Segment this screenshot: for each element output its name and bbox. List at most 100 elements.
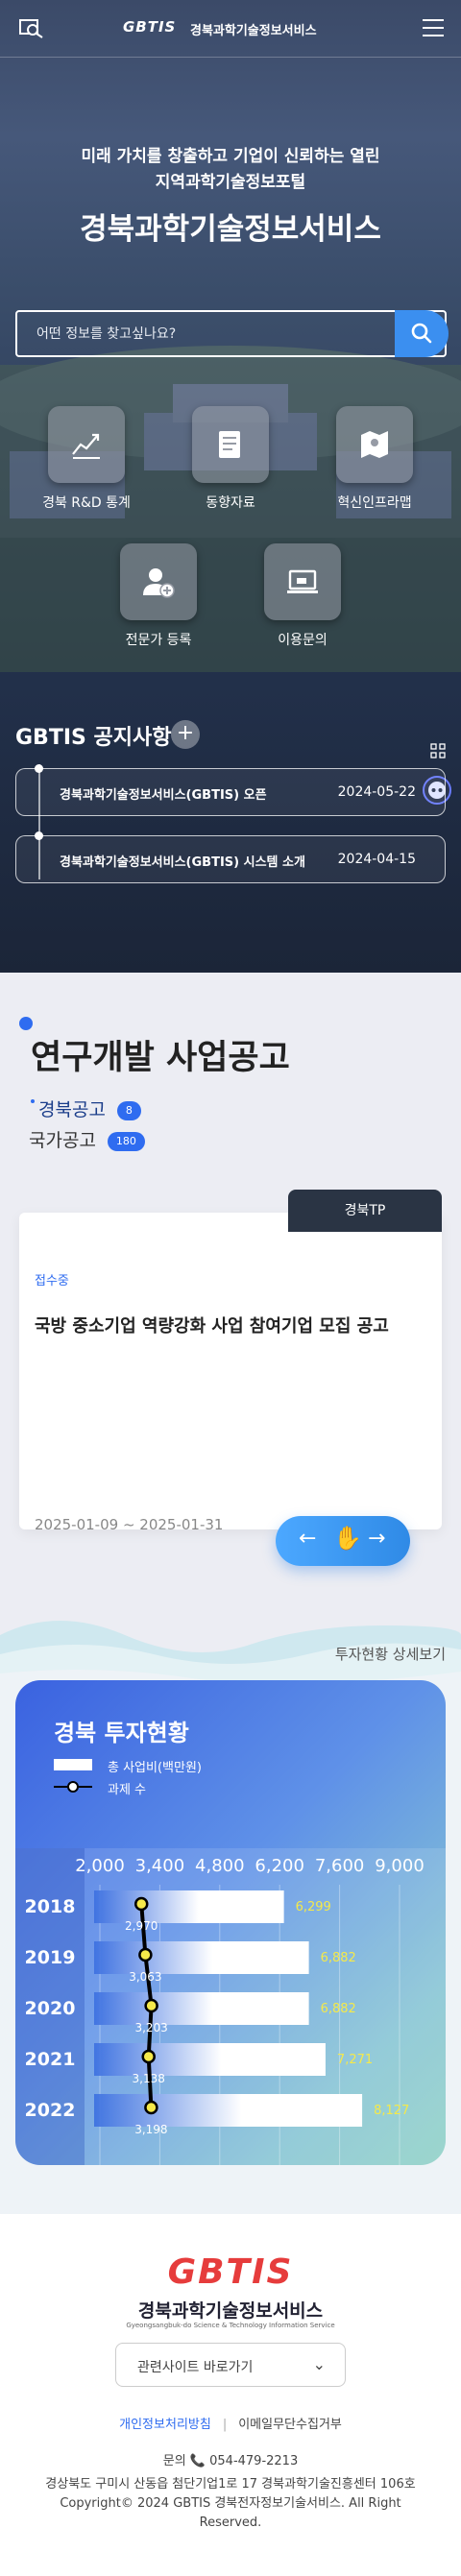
count-point	[144, 1998, 158, 2013]
investment-panel: 경북 투자현황 총 사업비(백만원) 과제 수 2,000 3,400 4,800 6…	[15, 1680, 446, 2165]
header-logo[interactable]: GBTIS	[123, 18, 176, 36]
notice-item-date: 2024-04-15	[337, 852, 416, 867]
year-label: 2019	[25, 1947, 76, 1968]
card-title: 국방 중소기업 역량강화 사업 참여기업 모집 공고	[35, 1316, 389, 1336]
search-icon[interactable]	[19, 19, 44, 38]
quick-link-label: 전문가 등록	[125, 633, 192, 648]
quick-link-label: 혁신인프라맵	[337, 495, 412, 511]
count-data-label: 2,970	[125, 1919, 158, 1933]
x-tick-label: 9,000	[375, 1856, 425, 1876]
next-arrow-icon[interactable]: →	[368, 1527, 385, 1551]
footer-logo-text: GBTIS	[167, 2252, 294, 2292]
notice-item-title: 경북과학기술정보서비스(GBTIS) 시스템 소개	[60, 855, 305, 870]
amount-bar	[94, 2043, 326, 2076]
hero-title: 경북과학기술정보서비스	[80, 212, 381, 247]
footer-org-name: 경북과학기술정보서비스	[137, 2300, 324, 2322]
x-tick-label: 3,400	[135, 1856, 185, 1876]
notice-item[interactable]: 경북과학기술정보서비스(GBTIS) 오픈 2024-05-22	[15, 764, 446, 816]
card-nav-control: ← ✋ →	[276, 1516, 410, 1566]
count-point	[138, 1947, 153, 1962]
hamburger-menu-icon[interactable]	[423, 19, 444, 38]
laptop-icon	[287, 569, 318, 593]
tile	[192, 406, 269, 483]
grid-icon[interactable]	[430, 743, 446, 758]
quick-link-rnd-stats[interactable]: 경북 R&D 통계	[24, 406, 149, 512]
section-dot	[19, 1017, 33, 1030]
amount-data-label: 6,299	[296, 1900, 331, 1914]
tab-gyeongbuk[interactable]: 경북공고 8	[31, 1095, 141, 1121]
footer-phone: 문의 📞 054-479-2213	[162, 2454, 299, 2468]
search-button[interactable]	[395, 310, 449, 357]
count-data-label: 3,203	[134, 2021, 167, 2034]
investment-chart: 2,000 3,400 4,800 6,200 7,600 9,000 2018 6,299 2…	[25, 1856, 425, 2165]
card-agency-tag: 경북TP	[288, 1190, 442, 1232]
tile	[120, 543, 197, 620]
year-label: 2020	[25, 1998, 76, 2019]
quick-link-infra-map[interactable]: 혁신인프라맵	[312, 406, 437, 512]
footer-links: 개인정보처리방침 | 이메일무단수집거부	[0, 2414, 461, 2432]
prev-arrow-icon[interactable]: ←	[299, 1527, 316, 1551]
footer-org-english: Gyeongsangbuk-do Science & Technology In…	[126, 2322, 335, 2329]
top-bar: GBTIS 경북과학기술정보서비스	[0, 0, 461, 58]
rnd-section: 연구개발 사업공고 경북공고 8 국가공고 180 경북TP 접수중 국방 중소기업…	[0, 973, 461, 1597]
notice-item[interactable]: 경북과학기술정보서비스(GBTIS) 시스템 소개 2024-04-15	[15, 831, 446, 883]
amount-bar	[94, 2094, 363, 2127]
amount-data-label: 8,127	[374, 2104, 409, 2118]
quick-link-inquiry[interactable]: 이용문의	[240, 543, 365, 649]
count-point	[141, 2049, 156, 2064]
rnd-section-title: 연구개발 사업공고	[31, 1039, 290, 1077]
count-data-label: 3,138	[133, 2072, 165, 2085]
x-tick-label: 6,200	[255, 1856, 304, 1876]
x-tick-label: 7,600	[315, 1856, 365, 1876]
magnifier-icon	[411, 323, 432, 344]
legend-bar-swatch	[54, 1759, 92, 1770]
hero-subtitle-line2: 지역과학기술정보포털	[155, 173, 306, 192]
quick-link-label: 동향자료	[206, 495, 255, 511]
legend-count-label: 과제 수	[108, 1783, 147, 1797]
notice-section-title: GBTIS 공지사항	[15, 726, 172, 750]
hero-subtitle: 미래 가치를 창출하고 기업이 신뢰하는 열린 지역과학기술정보포털	[0, 144, 461, 196]
active-dot	[31, 1099, 35, 1103]
quick-link-trends[interactable]: 동향자료	[168, 406, 293, 512]
announcement-card[interactable]: 경북TP 접수중 국방 중소기업 역량강화 사업 참여기업 모집 공고 2025…	[19, 1190, 442, 1533]
amount-data-label: 7,271	[337, 2053, 373, 2067]
notice-item-title: 경북과학기술정보서비스(GBTIS) 오픈	[60, 788, 267, 803]
timeline-dot	[35, 764, 43, 773]
document-icon	[219, 431, 240, 458]
investment-title: 경북 투자현황	[54, 1720, 189, 1746]
count-data-label: 3,198	[134, 2123, 167, 2136]
count-data-label: 3,063	[129, 1970, 161, 1984]
chevron-down-icon: ⌄	[312, 2355, 326, 2373]
timeline-dot	[35, 831, 43, 840]
notice-more-button[interactable]: +	[171, 720, 200, 749]
year-label: 2018	[25, 1896, 76, 1917]
investment-detail-link[interactable]: 투자현황 상세보기	[335, 1644, 446, 1664]
privacy-policy-link[interactable]: 개인정보처리방침	[119, 2418, 211, 2432]
tab-count-badge: 180	[107, 1131, 145, 1151]
tab-label: 경북공고	[38, 1099, 106, 1120]
tile	[264, 543, 341, 620]
header-logo-subtitle[interactable]: 경북과학기술정보서비스	[190, 20, 317, 38]
legend-line-swatch	[54, 1781, 92, 1793]
search-box	[15, 310, 449, 357]
hand-pointer-icon: ✋	[333, 1525, 362, 1552]
footer-address: 경상북도 구미시 산동읍 첨단기업1로 17 경북과학기술진흥센터 106호	[45, 2477, 416, 2492]
email-policy-link[interactable]: 이메일무단수집거부	[238, 2418, 342, 2432]
legend-amount-label: 총 사업비(백만원)	[108, 1761, 202, 1775]
tab-national[interactable]: 국가공고 180	[29, 1126, 145, 1152]
related-sites-select[interactable]: 관련사이트 바로가기 ⌄	[115, 2343, 346, 2387]
footer-logo: GBTIS	[0, 2252, 461, 2292]
amount-bar	[94, 1992, 309, 2025]
footer: GBTIS 경북과학기술정보서비스 Gyeongsangbuk-do Scien…	[0, 2214, 461, 2576]
select-label: 관련사이트 바로가기	[137, 2360, 254, 2375]
year-label: 2021	[25, 2049, 76, 2070]
add-user-icon	[143, 568, 175, 598]
search-input[interactable]	[36, 324, 382, 345]
divider: |	[222, 2418, 228, 2432]
count-point	[133, 1896, 149, 1912]
amount-bar	[94, 1890, 284, 1923]
footer-copyright: Copyright© 2024 GBTIS 경북전자정보기술서비스. All R…	[60, 2496, 401, 2530]
hero-section: GBTIS 경북과학기술정보서비스 미래 가치를 창출하고 기업이 신뢰하는 열…	[0, 0, 461, 973]
quick-link-expert-register[interactable]: 전문가 등록	[96, 543, 221, 649]
tab-label: 국가공고	[29, 1130, 96, 1151]
